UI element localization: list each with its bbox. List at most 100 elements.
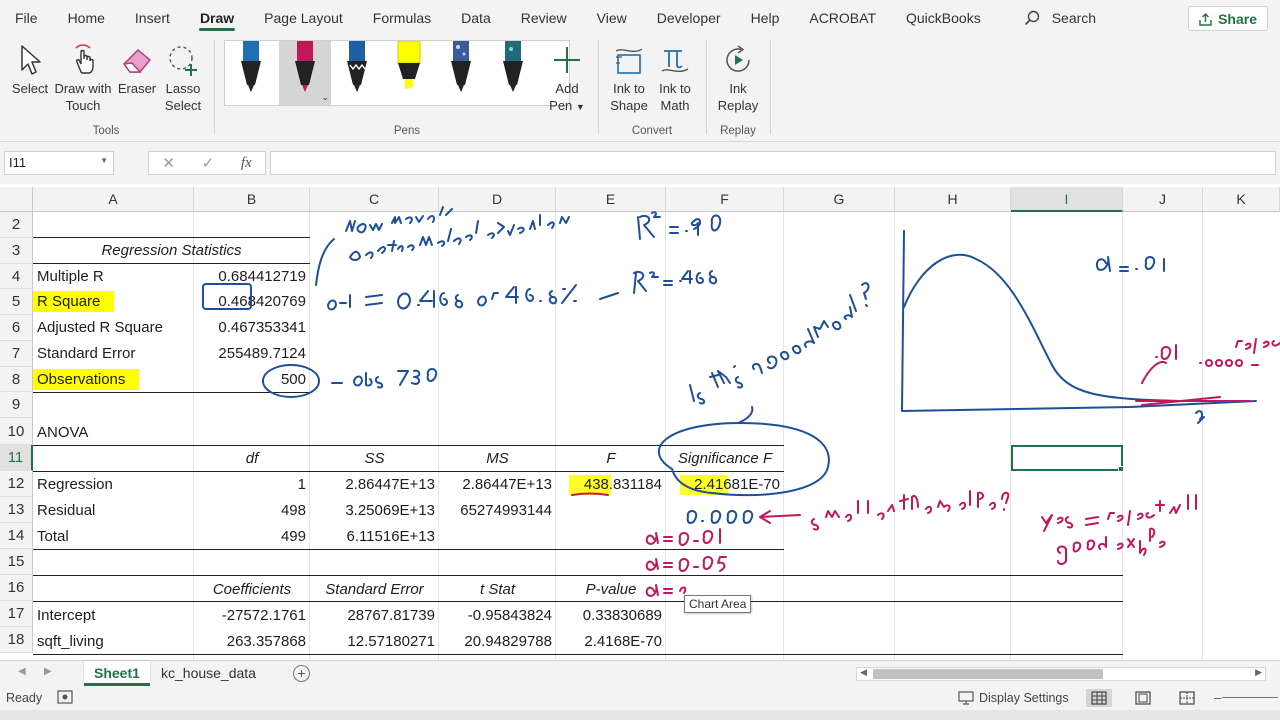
ink-to-math-button[interactable]: Ink to Math bbox=[652, 40, 698, 114]
intercept-label[interactable]: Intercept bbox=[33, 607, 194, 624]
intercept-t-stat[interactable]: -0.95843824 bbox=[439, 607, 556, 624]
select-button[interactable]: Select bbox=[8, 40, 52, 97]
tab-view[interactable]: View bbox=[582, 0, 642, 36]
intercept-p-value[interactable]: 0.33830689 bbox=[556, 607, 666, 624]
anova-total-ss[interactable]: 6.11516E+13 bbox=[310, 528, 439, 545]
column-header-c[interactable]: C bbox=[310, 187, 439, 212]
multiple-r-label[interactable]: Multiple R bbox=[33, 268, 194, 285]
pen-galaxy[interactable] bbox=[435, 41, 487, 105]
sqft-living-t-stat[interactable]: 20.94829788 bbox=[439, 633, 556, 650]
column-header-a[interactable]: A bbox=[33, 187, 194, 212]
sheet-tab-kc-house-data[interactable]: kc_house_data bbox=[151, 661, 266, 686]
name-box-dropdown-icon[interactable]: ▼ bbox=[100, 156, 108, 165]
page-layout-view-icon[interactable] bbox=[1130, 689, 1156, 707]
adjusted-r-square-label[interactable]: Adjusted R Square bbox=[33, 319, 194, 336]
row-header[interactable]: 9 bbox=[0, 392, 33, 418]
anova-total-label[interactable]: Total bbox=[33, 528, 194, 545]
enter-check-icon[interactable]: ✓ bbox=[202, 154, 215, 172]
sqft-living-coefficient[interactable]: 263.357868 bbox=[194, 633, 310, 650]
anova-header-ss[interactable]: SS bbox=[310, 450, 439, 467]
tab-home[interactable]: Home bbox=[53, 0, 120, 36]
row-header[interactable]: 16 bbox=[0, 575, 33, 601]
adjusted-r-square-value[interactable]: 0.467353341 bbox=[194, 319, 310, 336]
normal-view-icon[interactable] bbox=[1086, 689, 1112, 707]
pen-ocean[interactable] bbox=[487, 41, 539, 105]
observations-value[interactable]: 500 bbox=[194, 371, 310, 388]
multiple-r-value[interactable]: 0.684412719 bbox=[194, 268, 310, 285]
horizontal-scroll-thumb[interactable] bbox=[873, 669, 1103, 679]
tab-quickbooks[interactable]: QuickBooks bbox=[891, 0, 996, 36]
row-header[interactable]: 5 bbox=[0, 289, 33, 315]
anova-total-df[interactable]: 499 bbox=[194, 528, 310, 545]
row-header[interactable]: 3 bbox=[0, 238, 33, 264]
anova-header-ms[interactable]: MS bbox=[439, 450, 556, 467]
horizontal-scrollbar[interactable]: ◀ ▶ bbox=[856, 667, 1266, 681]
tab-acrobat[interactable]: ACROBAT bbox=[794, 0, 891, 36]
column-header-i[interactable]: I bbox=[1011, 187, 1123, 212]
column-header-b[interactable]: B bbox=[194, 187, 310, 212]
anova-header-significance-f[interactable]: Significance F bbox=[666, 450, 784, 467]
sqft-living-label[interactable]: sqft_living bbox=[33, 633, 194, 650]
coef-header-standard-error[interactable]: Standard Error bbox=[310, 581, 439, 598]
tab-formulas[interactable]: Formulas bbox=[358, 0, 446, 36]
tab-insert[interactable]: Insert bbox=[120, 0, 185, 36]
anova-residual-ss[interactable]: 3.25069E+13 bbox=[310, 502, 439, 519]
sheet-tab-sheet1[interactable]: Sheet1 bbox=[84, 661, 150, 686]
column-header-f[interactable]: F bbox=[666, 187, 784, 212]
tab-review[interactable]: Review bbox=[506, 0, 582, 36]
anova-residual-df[interactable]: 498 bbox=[194, 502, 310, 519]
pen-1[interactable] bbox=[225, 41, 277, 105]
row-header[interactable]: 12 bbox=[0, 471, 33, 497]
formula-input[interactable] bbox=[270, 151, 1276, 175]
pen-2-selected[interactable]: ⌄ bbox=[279, 41, 331, 105]
row-header[interactable]: 18 bbox=[0, 627, 33, 653]
intercept-standard-error[interactable]: 28767.81739 bbox=[310, 607, 439, 624]
column-header-k[interactable]: K bbox=[1203, 187, 1280, 212]
tab-developer[interactable]: Developer bbox=[642, 0, 736, 36]
regression-stats-title[interactable]: Regression Statistics bbox=[33, 242, 310, 259]
anova-regression-label[interactable]: Regression bbox=[33, 476, 194, 493]
anova-title[interactable]: ANOVA bbox=[33, 424, 194, 441]
column-header-e[interactable]: E bbox=[556, 187, 666, 212]
scroll-sheets-right-icon[interactable]: ▶ bbox=[44, 666, 52, 677]
row-header[interactable]: 17 bbox=[0, 601, 33, 627]
intercept-coefficient[interactable]: -27572.1761 bbox=[194, 607, 310, 624]
name-box[interactable]: I11 ▼ bbox=[4, 151, 114, 175]
share-button[interactable]: Share bbox=[1188, 6, 1268, 31]
column-header-j[interactable]: J bbox=[1123, 187, 1203, 212]
anova-regression-ms[interactable]: 2.86447E+13 bbox=[439, 476, 556, 493]
scroll-sheets-left-icon[interactable]: ◀ bbox=[18, 666, 26, 677]
observations-label[interactable]: Observations bbox=[33, 369, 194, 390]
row-header[interactable]: 2 bbox=[0, 212, 33, 238]
cancel-icon[interactable]: ✕ bbox=[162, 154, 175, 172]
column-header-h[interactable]: H bbox=[895, 187, 1011, 212]
scroll-left-arrow-icon[interactable]: ◀ bbox=[860, 667, 867, 678]
standard-error-value[interactable]: 255489.7124 bbox=[194, 345, 310, 362]
sqft-living-p-value[interactable]: 2.4168E-70 bbox=[556, 633, 666, 650]
row-header[interactable]: 8 bbox=[0, 367, 33, 392]
draw-with-touch-button[interactable]: Draw with Touch bbox=[52, 40, 114, 114]
add-sheet-icon[interactable]: + bbox=[293, 665, 310, 682]
anova-regression-df[interactable]: 1 bbox=[194, 476, 310, 493]
ink-to-shape-button[interactable]: Ink to Shape bbox=[606, 40, 652, 114]
scroll-right-arrow-icon[interactable]: ▶ bbox=[1255, 667, 1262, 678]
r-square-value[interactable]: 0.468420769 bbox=[194, 293, 310, 310]
anova-header-df[interactable]: df bbox=[194, 450, 310, 467]
row-header[interactable]: 10 bbox=[0, 418, 33, 445]
r-square-label[interactable]: R Square bbox=[33, 291, 194, 312]
column-header-g[interactable]: G bbox=[784, 187, 895, 212]
tab-draw[interactable]: Draw bbox=[185, 0, 249, 36]
row-header[interactable]: 7 bbox=[0, 341, 33, 367]
row-header[interactable]: 14 bbox=[0, 523, 33, 549]
standard-error-label[interactable]: Standard Error bbox=[33, 345, 194, 362]
page-break-view-icon[interactable] bbox=[1174, 689, 1200, 707]
pen-options-chevron-icon[interactable]: ⌄ bbox=[321, 92, 329, 103]
macro-record-icon[interactable] bbox=[57, 690, 73, 707]
row-header[interactable]: 6 bbox=[0, 315, 33, 341]
tab-help[interactable]: Help bbox=[736, 0, 795, 36]
sqft-living-standard-error[interactable]: 12.57180271 bbox=[310, 633, 439, 650]
anova-residual-label[interactable]: Residual bbox=[33, 502, 194, 519]
row-header[interactable]: 15 bbox=[0, 549, 33, 575]
anova-header-f[interactable]: F bbox=[556, 450, 666, 467]
highlighter-yellow[interactable] bbox=[383, 41, 435, 105]
